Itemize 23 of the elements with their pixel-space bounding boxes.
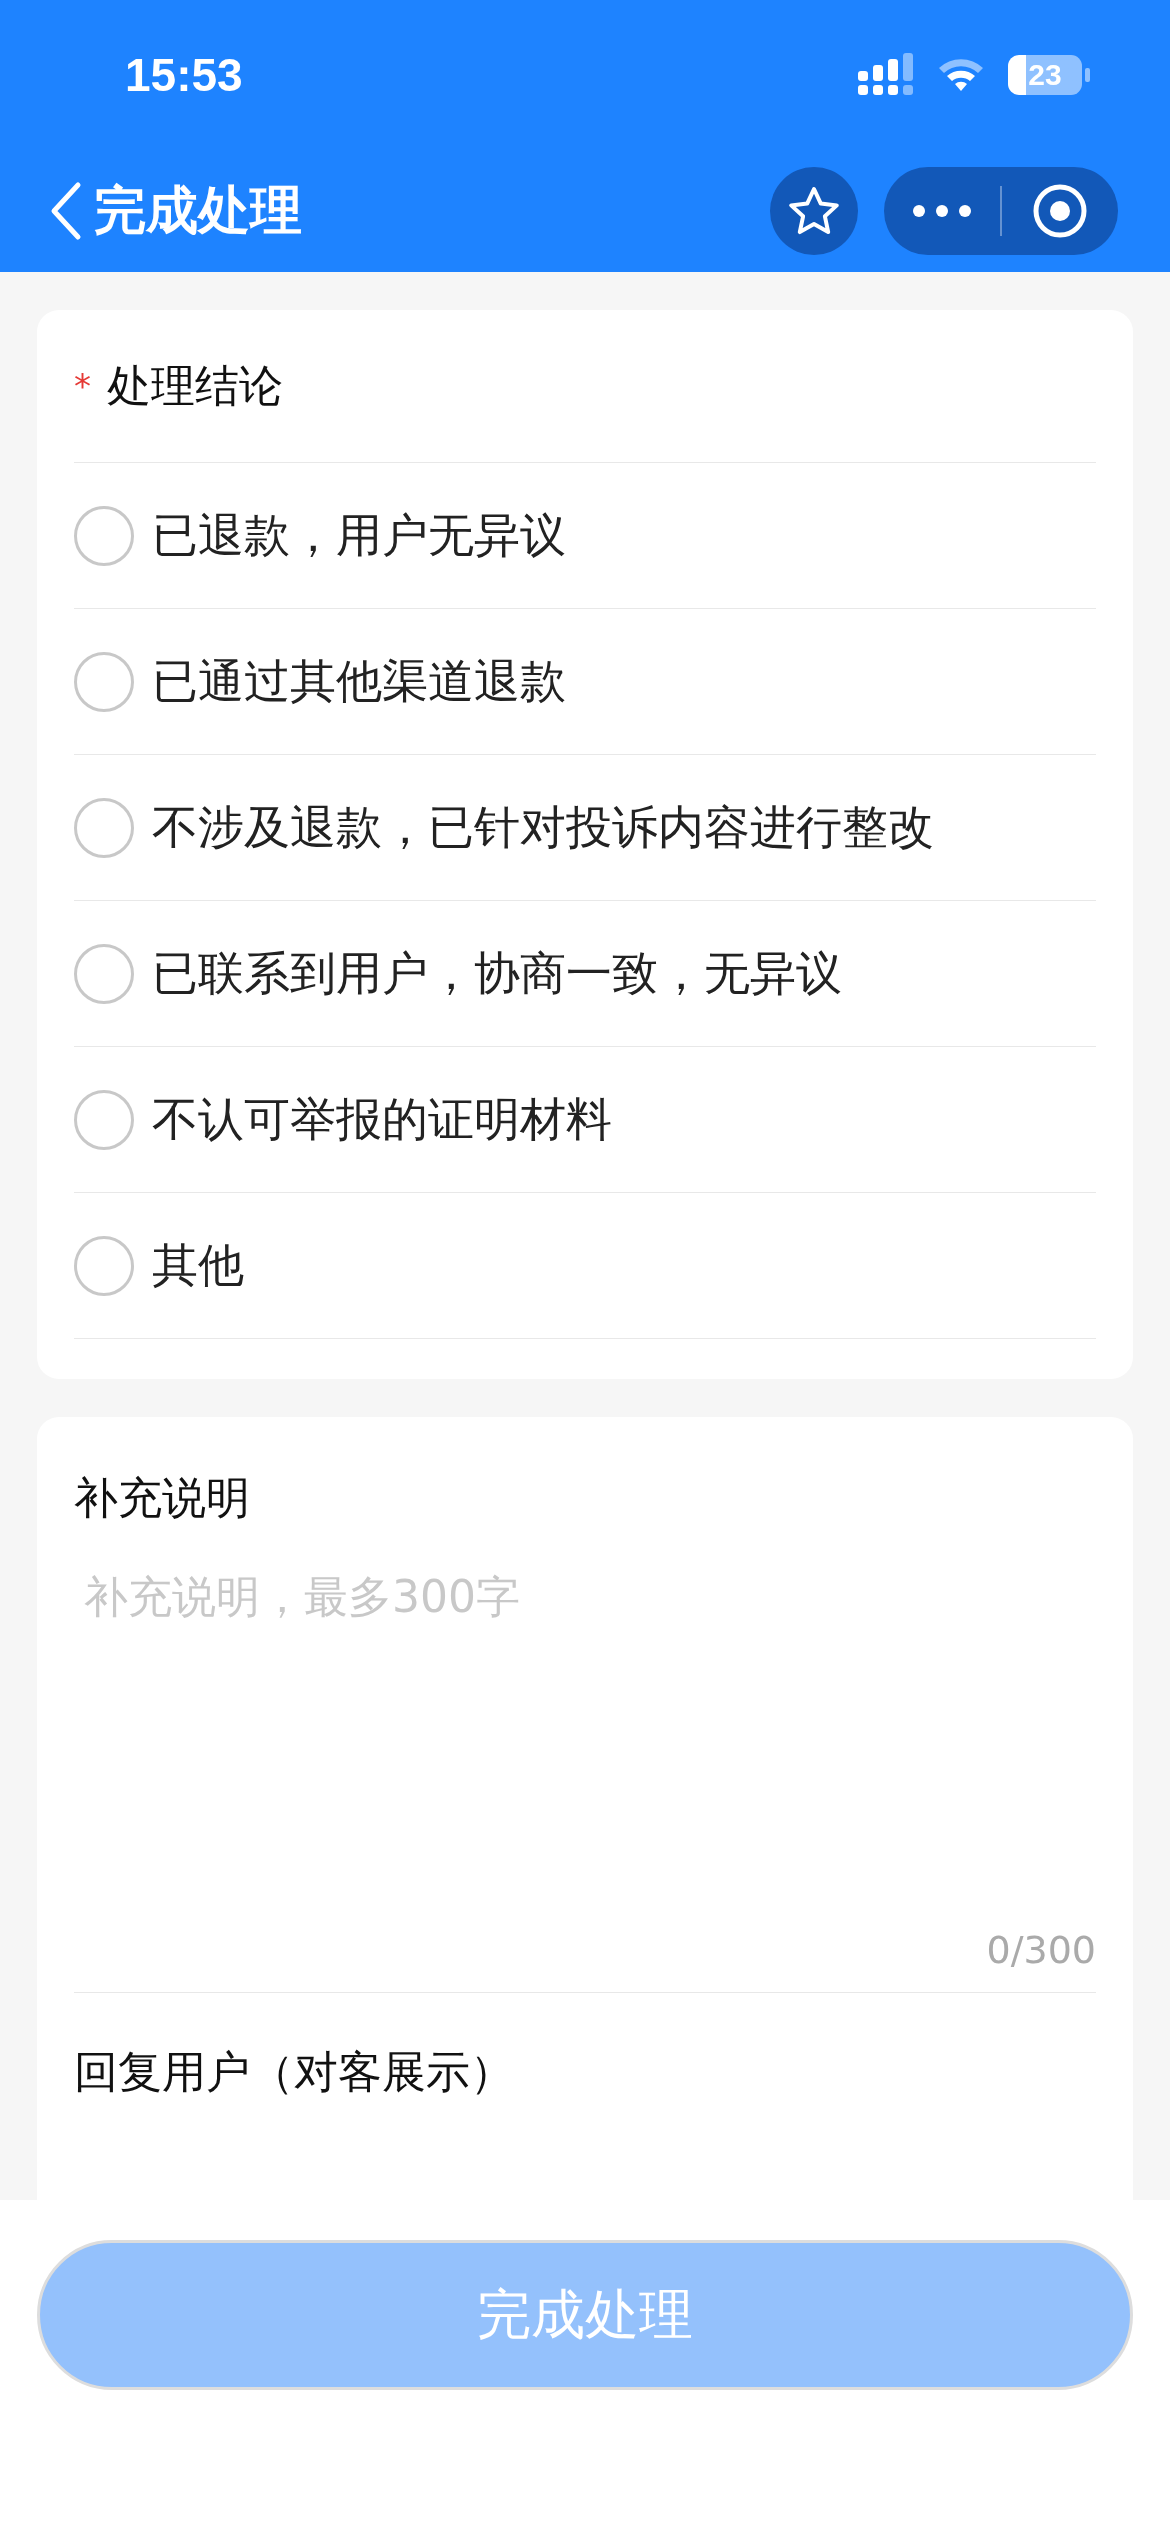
star-icon [788,186,840,236]
section-title: 处理结论 [107,358,283,413]
option-label[interactable]: 已退款，用户无异议 [152,504,566,567]
option-label[interactable]: 其他 [152,1234,244,1297]
radio-button[interactable] [74,651,134,712]
signal-icon [858,53,914,97]
radio-button[interactable] [74,943,134,1004]
required-mark: * [74,366,91,406]
radio-button[interactable] [74,1089,134,1150]
radio-button[interactable] [74,505,134,566]
option-label[interactable]: 已通过其他渠道退款 [152,650,566,713]
status-time: 15:53 [125,48,243,102]
more-icon [912,204,972,218]
section-title: 补充说明 [74,1471,251,1525]
radio-button[interactable] [74,1235,134,1296]
option-label[interactable]: 不认可举报的证明材料 [152,1088,612,1151]
option-label[interactable]: 不涉及退款，已针对投诉内容进行整改 [152,796,934,859]
section-title: 回复用户（对客展示） [74,2046,514,2097]
target-icon [1032,183,1088,239]
back-button[interactable]: 完成处理 [48,176,302,246]
radio-button[interactable] [74,797,134,858]
option-label[interactable]: 已联系到用户，协商一致，无异议 [152,942,842,1005]
char-counter: 0/300 [986,1928,1096,1974]
